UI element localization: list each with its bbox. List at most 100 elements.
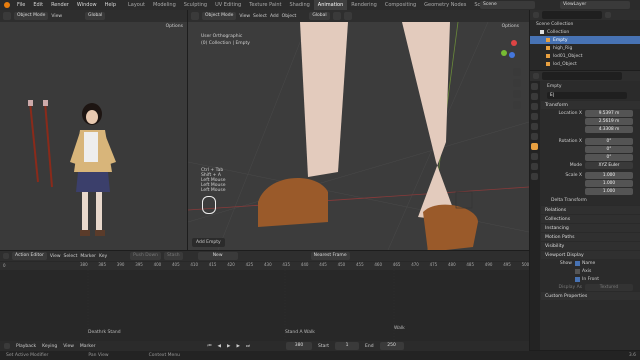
current-frame-field[interactable]: 380 [286,342,312,350]
timeline-type-icon[interactable] [4,343,10,349]
name-checkbox[interactable] [575,260,580,266]
render-tab-icon[interactable] [531,93,538,100]
tab-sculpting[interactable]: Sculpting [180,0,211,10]
main-menu-select[interactable]: Select [253,14,267,19]
marker-stand-a-walk[interactable]: Stand A Walk [285,330,315,335]
constraints-tab-icon[interactable] [531,163,538,170]
tab-shading[interactable]: Shading [285,0,313,10]
push-down-button[interactable]: Push Down [130,252,162,260]
outliner-item[interactable]: Collection [530,28,640,36]
transform-section-header[interactable]: Transform [541,100,640,109]
visibility-section[interactable]: Visibility [541,241,640,250]
filter-icon[interactable] [605,12,611,18]
location-y-field[interactable]: 2.5619 m [585,117,633,125]
main-mode-dropdown[interactable]: Object Mode [202,12,237,20]
ortho-grid-icon[interactable] [513,101,521,109]
left-orient-dropdown[interactable]: Global [85,12,106,20]
main-menu-add[interactable]: Add [270,14,279,19]
next-key-icon[interactable]: ▶ [236,344,239,349]
marker-deathrk-stand[interactable]: Deathrk Stand [88,330,121,335]
object-tab-icon[interactable] [531,143,538,150]
end-frame-field[interactable]: 250 [379,342,404,350]
location-z-field[interactable]: 4.3308 m [585,125,633,133]
outliner-item[interactable]: lod01_Object [530,52,640,60]
delta-transform-header[interactable]: Delta Transform [541,195,640,205]
tab-rendering[interactable]: Rendering [347,0,381,10]
view-menu[interactable]: View [63,344,74,349]
outliner-item[interactable]: high_Rig [530,44,640,52]
proportional-edit-icon[interactable] [343,12,352,20]
ae-menu-key[interactable]: Key [99,254,107,259]
action-editor[interactable]: Action Editor View Select Marker Key Pus… [0,251,529,341]
jump-end-icon[interactable]: ⏭ [246,343,250,349]
scale-x-field[interactable]: 1.000 [585,171,633,179]
gizmo-z-icon[interactable] [509,52,515,58]
jump-start-icon[interactable]: ⏮ [207,343,211,349]
new-action-button[interactable]: New [197,252,238,260]
rotation-y-field[interactable]: 0° [585,145,633,153]
rotation-mode-dropdown[interactable]: XYZ Euler [585,161,633,169]
action-editor-mode-dropdown[interactable]: Action Editor [12,252,47,260]
tab-compositing[interactable]: Compositing [381,0,420,10]
zoom-icon[interactable] [513,68,521,76]
gizmo-x-icon[interactable] [511,40,517,46]
snap-icon[interactable] [332,12,341,20]
left-mode-dropdown[interactable]: Object Mode [14,12,49,20]
outliner-type-icon[interactable] [533,12,539,18]
rotation-x-field[interactable]: 0° [585,137,633,145]
stash-button[interactable]: Stash [164,252,183,260]
outliner-search[interactable] [542,11,602,19]
keying-menu[interactable]: Keying [42,344,57,349]
view-layer-tab-icon[interactable] [531,113,538,120]
tab-layout[interactable]: Layout [124,0,149,10]
ae-menu-view[interactable]: View [50,254,61,259]
ae-menu-select[interactable]: Select [64,254,78,259]
custom-properties-section[interactable]: Custom Properties [541,291,640,300]
marker-menu[interactable]: Marker [80,344,96,349]
main-orient-dropdown[interactable]: Global [309,12,330,20]
prev-key-icon[interactable]: ◀ [218,344,221,349]
navigation-gizmo[interactable] [497,38,521,62]
gizmo-y-icon[interactable] [501,50,507,56]
marker-walk[interactable]: Walk [394,326,405,331]
editor-type-icon[interactable] [3,12,11,20]
menu-file[interactable]: File [13,2,29,8]
menu-render[interactable]: Render [47,2,73,8]
instancing-section[interactable]: Instancing [541,223,640,232]
viewlayer-selector[interactable]: ViewLayer [560,1,630,9]
main-options-button[interactable]: Options [502,24,519,29]
location-x-field[interactable]: 9.5397 m [585,109,633,117]
main-menu-view[interactable]: View [239,14,250,19]
ae-menu-marker[interactable]: Marker [80,254,96,259]
outliner-item[interactable]: lod_Object [530,60,640,68]
main-menu-object[interactable]: Object [282,14,297,19]
tab-geometry-nodes[interactable]: Geometry Nodes [420,0,470,10]
relations-section[interactable]: Relations [541,205,640,214]
tab-modeling[interactable]: Modeling [149,0,180,10]
last-operator-panel[interactable]: Add Empty [192,238,225,247]
start-frame-field[interactable]: 1 [335,342,359,350]
outliner-item[interactable]: Empty [530,36,640,44]
frame-ruler[interactable]: 0 380 385 390 395 400 405 410 415 420 425 430 435 44… [0,262,529,270]
scale-z-field[interactable]: 1.000 [585,187,633,195]
properties-type-icon[interactable] [533,73,539,79]
menu-window[interactable]: Window [73,2,101,8]
sync-mode-dropdown[interactable]: Nearest Frame [310,252,350,260]
tab-animation[interactable]: Animation [313,0,348,10]
tool-tab-icon[interactable] [531,83,538,90]
in-front-checkbox[interactable] [575,276,580,282]
scene-tab-icon[interactable] [531,123,538,130]
playback-menu[interactable]: Playback [16,344,36,349]
main-editor-type-icon[interactable] [191,12,199,20]
output-tab-icon[interactable] [531,103,538,110]
viewport-display-section[interactable]: Viewport Display [541,250,640,259]
rotation-z-field[interactable]: 0° [585,153,633,161]
display-as-dropdown[interactable]: Textured [585,283,633,291]
collections-section[interactable]: Collections [541,214,640,223]
data-tab-icon[interactable] [531,173,538,180]
left-menu-view[interactable]: View [51,14,62,19]
left-viewport[interactable]: Object Mode View Global Options [0,10,187,250]
scene-selector[interactable]: Scene [480,1,535,9]
blender-logo-icon[interactable] [4,2,10,8]
tab-uv-editing[interactable]: UV Editing [211,0,245,10]
